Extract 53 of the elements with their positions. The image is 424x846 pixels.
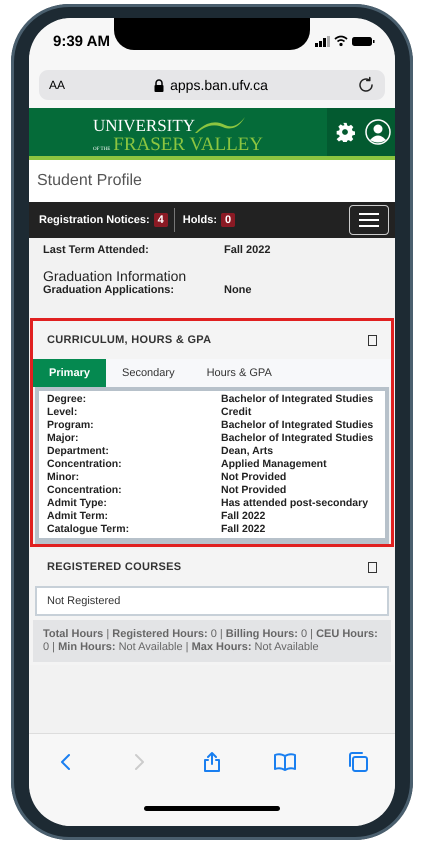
field-value: Not Provided bbox=[221, 484, 288, 497]
menu-button[interactable] bbox=[349, 205, 389, 235]
field-value: Not Provided bbox=[221, 471, 288, 484]
tab[interactable]: Hours & GPA bbox=[190, 359, 288, 387]
field-label: Level: bbox=[47, 406, 78, 419]
reload-icon[interactable] bbox=[356, 76, 375, 94]
field-label: Minor: bbox=[47, 471, 80, 484]
field-label: Major: bbox=[47, 432, 80, 445]
section-title: Graduation Information bbox=[43, 268, 188, 284]
field-value: Bachelor of Integrated Studies bbox=[221, 393, 374, 406]
tab[interactable]: Primary bbox=[33, 359, 106, 387]
field-value: Applied Management bbox=[221, 458, 328, 471]
panel-title: REGISTERED COURSES bbox=[47, 561, 182, 573]
user-avatar-icon[interactable] bbox=[365, 119, 391, 145]
lock-icon bbox=[154, 78, 164, 92]
notice-label[interactable]: Registration Notices: bbox=[39, 214, 150, 226]
field-label: Concentration: bbox=[47, 484, 123, 497]
field-value: Fall 2022 bbox=[224, 244, 272, 256]
tab[interactable]: Secondary bbox=[106, 359, 191, 387]
field-value: None bbox=[224, 284, 252, 296]
field-label: Degree: bbox=[47, 393, 88, 406]
field-value: Has attended post-secondary bbox=[221, 497, 370, 510]
tabs-icon[interactable] bbox=[346, 750, 370, 774]
book-icon[interactable] bbox=[273, 750, 298, 774]
address-bar[interactable]: AA apps.ban.ufv.ca bbox=[39, 70, 385, 100]
panel-title: CURRICULUM, HOURS & GPA bbox=[47, 334, 212, 346]
field-label: Graduation Applications: bbox=[43, 284, 175, 296]
field-value: Fall 2022 bbox=[221, 510, 266, 523]
field-label: Concentration: bbox=[47, 458, 123, 471]
count-badge: 0 bbox=[221, 213, 236, 227]
field-label: Last Term Attended: bbox=[43, 244, 150, 256]
field-label: Program: bbox=[47, 419, 95, 432]
field-value: Dean, Arts bbox=[221, 445, 274, 458]
field-label: Admit Type: bbox=[47, 497, 108, 510]
square-icon[interactable] bbox=[368, 334, 377, 346]
field-value: Fall 2022 bbox=[221, 523, 266, 536]
field-label: Catalogue Term: bbox=[47, 523, 130, 536]
square-icon[interactable] bbox=[368, 562, 377, 572]
status-time: 9:39 AM bbox=[53, 32, 110, 50]
text-size-button[interactable]: AA bbox=[49, 78, 66, 92]
field-value: Credit bbox=[221, 406, 252, 419]
count-badge: 4 bbox=[154, 213, 168, 227]
page-title: Student Profile bbox=[37, 172, 142, 190]
field-value: Bachelor of Integrated Studies bbox=[221, 419, 374, 432]
status-icons bbox=[315, 35, 375, 47]
field-label: Department: bbox=[47, 445, 110, 458]
field-value: Bachelor of Integrated Studies bbox=[221, 432, 374, 445]
notice-label[interactable]: Holds: bbox=[182, 214, 217, 226]
settings-icon[interactable] bbox=[335, 122, 355, 142]
hours-summary: Total Hours | Registered Hours: 0 | Billing Hours: 0 | CEU Hours: 0 | Min Hours: Not Available | Max Hours: Not Available bbox=[33, 620, 391, 662]
field-label: Admit Term: bbox=[47, 510, 110, 523]
message-text: Not Registered bbox=[47, 595, 120, 607]
url-text: apps.ban.ufv.ca bbox=[170, 77, 268, 93]
